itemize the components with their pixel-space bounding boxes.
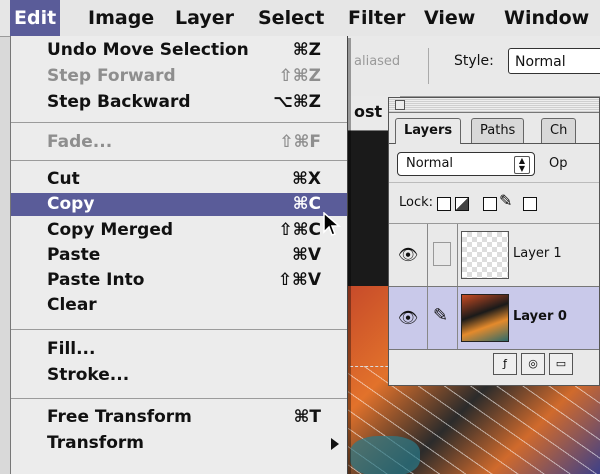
menu-view[interactable]: View <box>420 0 479 36</box>
menu-item-paste-into[interactable]: Paste Into ⇧⌘V <box>11 269 347 292</box>
document-title: ost <box>354 102 383 121</box>
updown-arrows-icon: ▲ ▼ <box>514 156 530 174</box>
options-divider <box>428 48 429 84</box>
canvas-artwork-detail <box>350 436 420 474</box>
layer-name: Layer 0 <box>513 309 567 324</box>
link-empty-icon <box>433 242 451 266</box>
edit-menu-dropdown: Undo Move Selection ⌘Z Step Forward ⇧⌘Z … <box>10 36 348 474</box>
menu-select[interactable]: Select <box>254 0 328 36</box>
lock-transparency-icon <box>455 197 469 211</box>
menu-item-clear[interactable]: Clear <box>11 294 347 317</box>
menu-item-label: Paste Into <box>47 270 145 290</box>
menu-item-label: Free Transform <box>47 407 192 427</box>
paintbrush-icon: ✎ <box>499 191 513 210</box>
palette-titlebar[interactable] <box>389 98 599 113</box>
layer-mask-icon[interactable]: ◎ <box>521 353 545 375</box>
menu-item-label: Step Forward <box>47 66 176 86</box>
menu-item-label: Undo Move Selection <box>47 40 249 60</box>
menu-item-stroke[interactable]: Stroke... <box>11 364 347 387</box>
opacity-label: Op <box>549 156 568 171</box>
style-select[interactable]: Normal <box>508 48 600 74</box>
layer-thumbnail <box>461 231 509 279</box>
submenu-arrow-icon <box>331 438 339 450</box>
layer-row-layer-1[interactable]: 👁 Layer 1 <box>389 224 599 287</box>
menu-layer[interactable]: Layer <box>171 0 238 36</box>
menu-item-fill[interactable]: Fill... <box>11 338 347 361</box>
menu-item-step-forward: Step Forward ⇧⌘Z <box>11 65 347 88</box>
menu-item-shortcut: ⇧⌘C <box>278 220 322 240</box>
layer-link-cell[interactable]: ✎ <box>427 287 458 349</box>
menu-item-shortcut: ⌘C <box>292 194 321 214</box>
layer-row-layer-0[interactable]: 👁 ✎ Layer 0 <box>389 287 599 350</box>
lock-row: Lock: ✎ <box>389 183 599 224</box>
menu-item-shortcut: ⇧⌘F <box>279 132 321 152</box>
tab-channels[interactable]: Ch <box>541 118 577 143</box>
blend-mode-value: Normal <box>406 156 454 171</box>
tab-layers[interactable]: Layers <box>395 118 462 144</box>
palette-tabs: Layers Paths Ch <box>389 113 599 144</box>
menu-item-paste[interactable]: Paste ⌘V <box>11 244 347 267</box>
palette-bottom-bar: ƒ ◎ ▭ <box>389 350 599 376</box>
menu-item-shortcut: ⌥⌘Z <box>273 92 321 112</box>
menu-item-shortcut: ⇧⌘V <box>277 270 321 290</box>
menu-item-label: Copy <box>47 194 95 214</box>
new-set-icon[interactable]: ▭ <box>549 353 573 375</box>
lock-label: Lock: <box>399 195 434 210</box>
menu-item-shortcut: ⌘V <box>292 245 321 265</box>
menu-item-copy-merged[interactable]: Copy Merged ⇧⌘C <box>11 219 347 242</box>
tool-options-bar: aliased Style: Normal <box>340 36 600 97</box>
menu-item-undo-move-selection[interactable]: Undo Move Selection ⌘Z <box>11 39 347 62</box>
menu-item-label: Copy Merged <box>47 220 174 240</box>
menu-image[interactable]: Image <box>84 0 158 36</box>
menu-item-label: Paste <box>47 245 101 265</box>
eye-icon[interactable]: 👁 <box>389 224 428 286</box>
menu-separator <box>11 160 347 161</box>
menu-item-shortcut: ⌘X <box>292 169 321 189</box>
tab-paths[interactable]: Paths <box>471 118 525 143</box>
blend-mode-row: Normal ▲ ▼ Op <box>389 144 599 183</box>
mouse-pointer-icon <box>323 212 342 236</box>
blend-mode-select[interactable]: Normal ▲ ▼ <box>397 152 535 176</box>
menu-item-label: Cut <box>47 169 80 189</box>
menu-item-step-backward[interactable]: Step Backward ⌥⌘Z <box>11 91 347 114</box>
layers-palette: Layers Paths Ch Normal ▲ ▼ Op Lock: ✎ 👁 L… <box>388 97 600 386</box>
menu-item-cut[interactable]: Cut ⌘X <box>11 168 347 191</box>
menu-item-transform[interactable]: Transform <box>11 432 347 455</box>
menu-item-label: Step Backward <box>47 92 191 112</box>
palette-close-box[interactable] <box>395 100 405 110</box>
menu-separator <box>11 329 347 330</box>
menu-edit[interactable]: Edit <box>10 0 61 36</box>
layer-style-icon[interactable]: ƒ <box>493 353 517 375</box>
menu-window[interactable]: Window <box>500 0 593 36</box>
menu-item-label: Stroke... <box>47 365 130 385</box>
layer-name: Layer 1 <box>513 246 562 261</box>
menu-item-copy[interactable]: Copy ⌘C <box>11 193 347 216</box>
menu-item-label: Transform <box>47 433 144 453</box>
menu-item-free-transform[interactable]: Free Transform ⌘T <box>11 406 347 429</box>
menu-separator <box>11 122 347 123</box>
lock-transparency-checkbox[interactable] <box>437 197 451 211</box>
menu-item-label: Clear <box>47 295 97 315</box>
menubar: Edit Image Layer Select Filter View Wind… <box>0 0 600 37</box>
anti-aliased-label: aliased <box>354 54 401 69</box>
paintbrush-icon: ✎ <box>433 305 449 326</box>
layer-thumbnail <box>461 294 509 342</box>
menu-item-shortcut: ⇧⌘Z <box>278 66 321 86</box>
menu-item-label: Fade... <box>47 132 113 152</box>
menu-item-shortcut: ⌘Z <box>292 40 321 60</box>
menu-item-label: Fill... <box>47 339 96 359</box>
style-label: Style: <box>454 53 494 69</box>
layer-link-cell[interactable] <box>427 224 458 286</box>
lock-image-checkbox[interactable] <box>483 197 497 211</box>
menu-item-shortcut: ⌘T <box>293 407 321 427</box>
menu-filter[interactable]: Filter <box>344 0 409 36</box>
menu-item-fade: Fade... ⇧⌘F <box>11 131 347 154</box>
eye-icon[interactable]: 👁 <box>389 287 428 349</box>
menu-separator <box>11 398 347 399</box>
lock-position-checkbox[interactable] <box>523 197 537 211</box>
